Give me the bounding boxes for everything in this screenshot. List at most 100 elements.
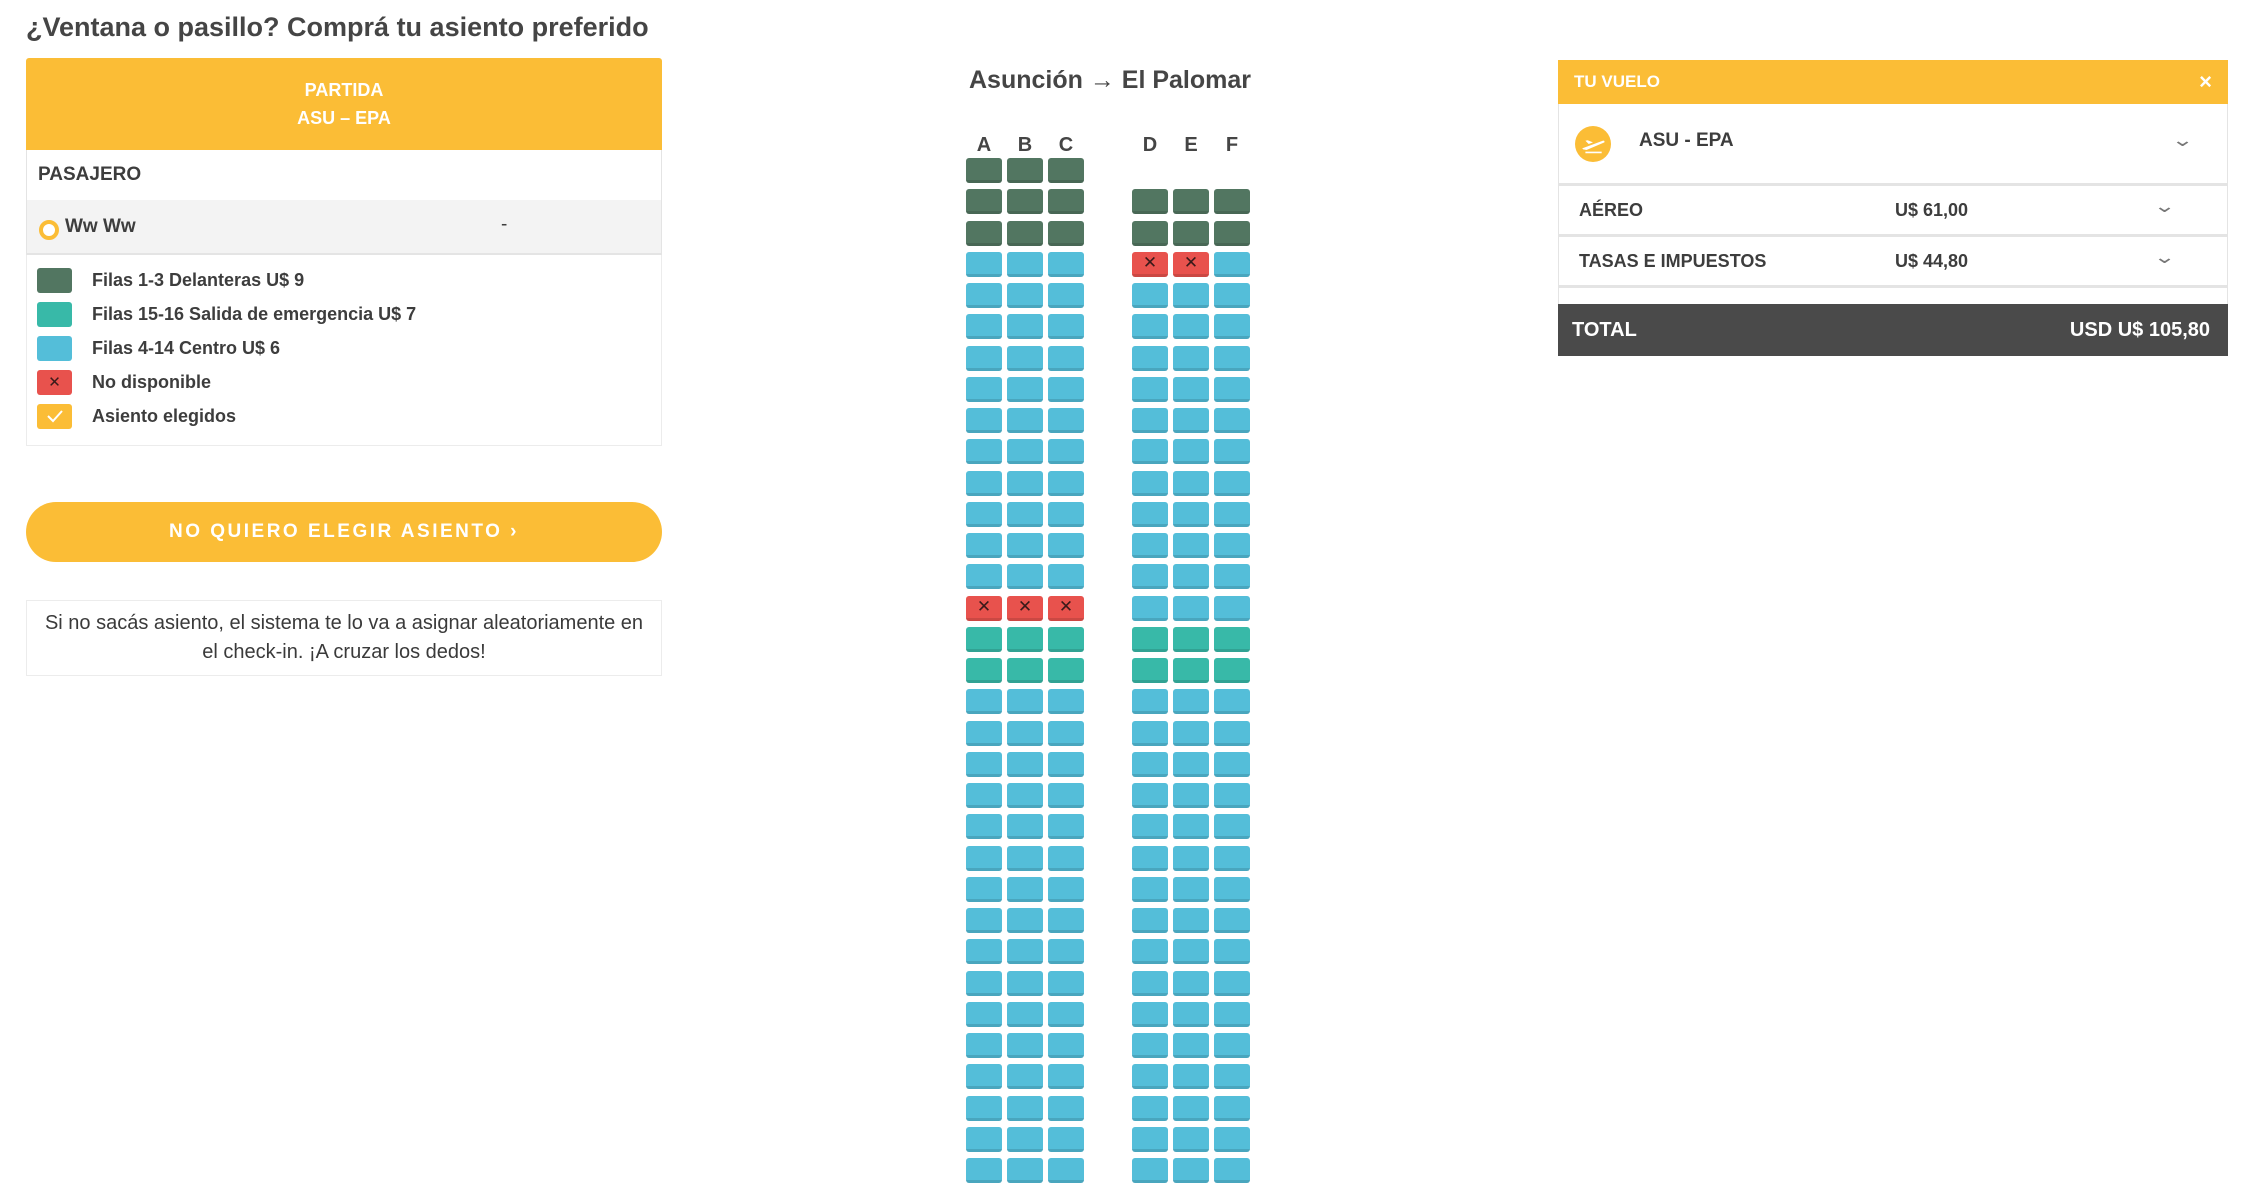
seat[interactable] [1132, 596, 1168, 621]
seat[interactable] [1007, 1033, 1043, 1058]
seat[interactable] [1214, 1064, 1250, 1089]
seat[interactable] [1132, 189, 1168, 214]
seat[interactable] [1007, 252, 1043, 277]
seat[interactable] [966, 1158, 1002, 1183]
seat[interactable] [1132, 971, 1168, 996]
seat[interactable] [966, 908, 1002, 933]
seat[interactable] [1173, 189, 1209, 214]
seat[interactable] [1214, 533, 1250, 558]
seat[interactable] [1048, 158, 1084, 183]
seat[interactable] [966, 408, 1002, 433]
seat[interactable] [1007, 221, 1043, 246]
seat[interactable] [1173, 627, 1209, 652]
seat[interactable] [1173, 908, 1209, 933]
seat[interactable] [1173, 721, 1209, 746]
seat[interactable] [1173, 502, 1209, 527]
seat[interactable] [1132, 1064, 1168, 1089]
seat[interactable] [1048, 283, 1084, 308]
flight-row[interactable]: ASU - EPA ⌄ [1558, 104, 2228, 184]
seat[interactable] [1007, 1127, 1043, 1152]
seat[interactable] [1132, 939, 1168, 964]
seat[interactable] [1173, 314, 1209, 339]
seat[interactable] [1132, 221, 1168, 246]
seat[interactable] [966, 658, 1002, 683]
seat[interactable] [1007, 439, 1043, 464]
seat[interactable] [1048, 939, 1084, 964]
seat[interactable] [1214, 658, 1250, 683]
seat[interactable] [1214, 377, 1250, 402]
seat[interactable] [966, 689, 1002, 714]
seat[interactable] [1214, 1002, 1250, 1027]
seat[interactable] [1173, 596, 1209, 621]
seat[interactable] [1173, 1064, 1209, 1089]
seat[interactable] [1048, 377, 1084, 402]
seat[interactable] [1007, 939, 1043, 964]
seat[interactable] [1214, 721, 1250, 746]
seat[interactable] [1214, 939, 1250, 964]
seat[interactable] [1173, 658, 1209, 683]
seat[interactable] [1007, 502, 1043, 527]
seat[interactable] [1048, 658, 1084, 683]
seat[interactable] [1007, 189, 1043, 214]
seat[interactable] [1173, 1033, 1209, 1058]
seat[interactable] [1132, 721, 1168, 746]
seat[interactable] [1007, 1002, 1043, 1027]
seat[interactable] [1173, 1127, 1209, 1152]
seat[interactable] [1007, 283, 1043, 308]
seat[interactable] [1007, 752, 1043, 777]
seat[interactable] [1132, 1002, 1168, 1027]
seat[interactable] [1048, 971, 1084, 996]
seat[interactable] [1173, 471, 1209, 496]
seat[interactable] [1048, 221, 1084, 246]
seat[interactable] [1173, 1002, 1209, 1027]
seat[interactable] [1007, 627, 1043, 652]
seat[interactable] [1007, 564, 1043, 589]
seat[interactable] [1007, 314, 1043, 339]
seat[interactable] [1048, 533, 1084, 558]
seat[interactable] [1173, 1096, 1209, 1121]
seat[interactable] [1132, 1033, 1168, 1058]
seat[interactable] [1214, 689, 1250, 714]
seat[interactable] [1214, 314, 1250, 339]
seat[interactable] [966, 783, 1002, 808]
seat[interactable] [1214, 346, 1250, 371]
seat[interactable] [1007, 1064, 1043, 1089]
seat[interactable] [1048, 1064, 1084, 1089]
seat[interactable] [1048, 346, 1084, 371]
seat[interactable] [1214, 783, 1250, 808]
seat[interactable] [1132, 1158, 1168, 1183]
seat[interactable] [1007, 1158, 1043, 1183]
close-icon[interactable]: × [2199, 69, 2212, 95]
seat[interactable] [1173, 783, 1209, 808]
seat[interactable] [1173, 689, 1209, 714]
chevron-down-icon[interactable]: ⌄ [2153, 247, 2176, 268]
summary-row[interactable]: TASAS E IMPUESTOS U$ 44,80 ⌄ [1558, 235, 2228, 286]
seat[interactable] [1214, 877, 1250, 902]
seat[interactable] [1173, 877, 1209, 902]
seat[interactable] [1048, 721, 1084, 746]
seat[interactable] [1048, 783, 1084, 808]
seat[interactable] [966, 439, 1002, 464]
seat[interactable] [1007, 877, 1043, 902]
seat[interactable] [1132, 752, 1168, 777]
seat[interactable] [1214, 1033, 1250, 1058]
seat[interactable] [966, 158, 1002, 183]
seat[interactable] [1048, 689, 1084, 714]
seat[interactable] [1132, 783, 1168, 808]
seat[interactable] [1007, 158, 1043, 183]
seat[interactable] [1173, 221, 1209, 246]
seat[interactable] [1007, 471, 1043, 496]
seat[interactable] [966, 314, 1002, 339]
seat[interactable] [966, 471, 1002, 496]
seat[interactable] [1132, 908, 1168, 933]
seat[interactable] [1048, 1096, 1084, 1121]
seat[interactable] [1048, 1158, 1084, 1183]
seat[interactable] [1007, 721, 1043, 746]
seat[interactable] [1214, 814, 1250, 839]
seat[interactable] [1132, 1096, 1168, 1121]
seat[interactable] [1214, 627, 1250, 652]
seat[interactable] [966, 189, 1002, 214]
seat[interactable] [1173, 346, 1209, 371]
seat[interactable] [1048, 814, 1084, 839]
seat[interactable] [966, 971, 1002, 996]
